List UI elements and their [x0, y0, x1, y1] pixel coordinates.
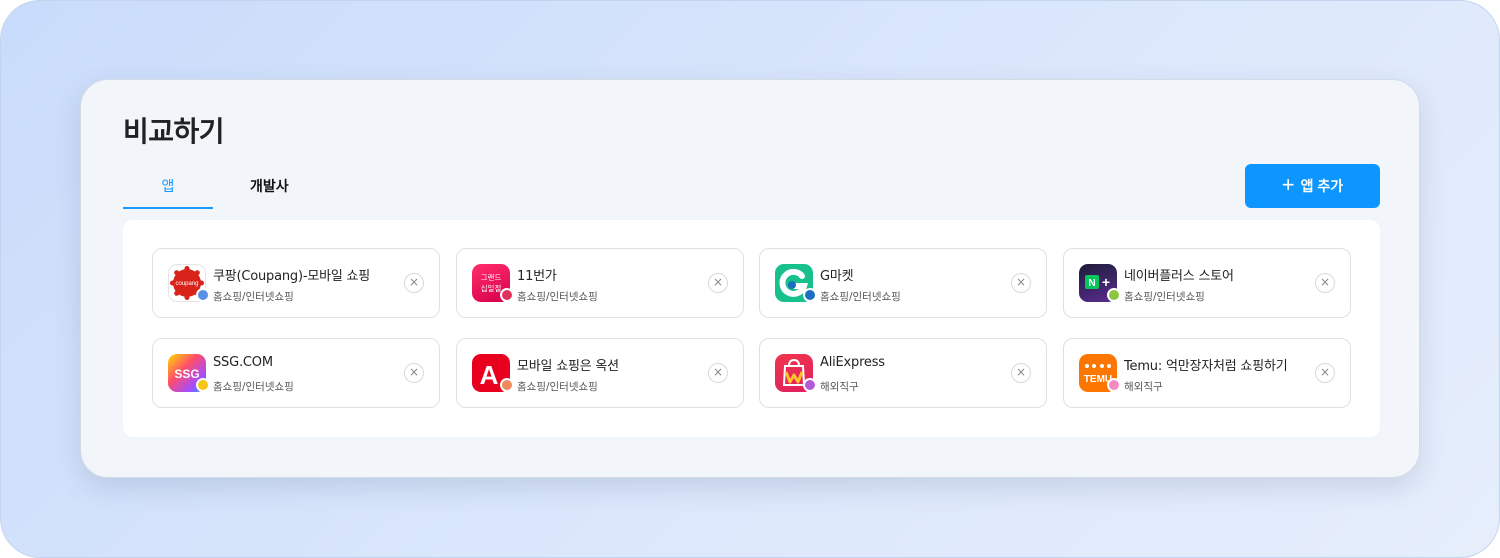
page-title: 비교하기: [123, 115, 225, 148]
app-name: 네이버플러스 스토어: [1124, 269, 1234, 284]
app-name: 쿠팡(Coupang)-모바일 쇼핑: [213, 269, 371, 284]
svg-text:A: A: [480, 360, 499, 390]
svg-text:SSG: SSG: [174, 367, 199, 381]
category-dot-icon: [803, 288, 817, 302]
add-app-button-label: 앱 추가: [1300, 178, 1344, 194]
app-name: AliExpress: [820, 355, 885, 370]
app-card-temu[interactable]: TEMU Temu: 억만장자처럼 쇼핑하기 해외직구 ×: [1063, 338, 1351, 408]
category-dot-icon: [1107, 378, 1121, 392]
tab-developer[interactable]: 개발사: [225, 166, 315, 209]
app-category: 홈쇼핑/인터넷쇼핑: [820, 291, 901, 303]
app-category: 홈쇼핑/인터넷쇼핑: [517, 291, 598, 303]
app-card-naver-plus-store[interactable]: N + 네이버플러스 스토어 홈쇼핑/인터넷쇼핑 ×: [1063, 248, 1351, 318]
app-name: SSG.COM: [213, 355, 273, 370]
app-card-11st[interactable]: 그랜드 십일절 11번가 홈쇼핑/인터넷쇼핑 ×: [456, 248, 744, 318]
app-category: 홈쇼핑/인터넷쇼핑: [213, 291, 294, 303]
app-name: Temu: 억만장자처럼 쇼핑하기: [1124, 359, 1288, 374]
add-app-button[interactable]: + 앱 추가: [1245, 164, 1380, 208]
app-category: 홈쇼핑/인터넷쇼핑: [1124, 291, 1205, 303]
svg-text:N: N: [1088, 278, 1095, 289]
remove-app-button[interactable]: ×: [1011, 363, 1031, 383]
category-dot-icon: [196, 288, 210, 302]
app-name: 11번가: [517, 269, 557, 284]
app-card-coupang[interactable]: coupang 쿠팡(Coupang)-모바일 쇼핑 홈쇼핑/인터넷쇼핑 ×: [152, 248, 440, 318]
remove-app-button[interactable]: ×: [708, 273, 728, 293]
svg-text:coupang: coupang: [175, 281, 198, 287]
app-card-grid: coupang 쿠팡(Coupang)-모바일 쇼핑 홈쇼핑/인터넷쇼핑 × 그…: [123, 220, 1380, 437]
category-dot-icon: [803, 378, 817, 392]
app-card-aliexpress[interactable]: AliExpress 해외직구 ×: [759, 338, 1047, 408]
svg-text:그랜드: 그랜드: [481, 272, 502, 282]
remove-app-button[interactable]: ×: [1315, 363, 1335, 383]
app-card-auction[interactable]: A 모바일 쇼핑은 옥션 홈쇼핑/인터넷쇼핑 ×: [456, 338, 744, 408]
app-category: 홈쇼핑/인터넷쇼핑: [213, 381, 294, 393]
remove-app-button[interactable]: ×: [708, 363, 728, 383]
compare-panel: 비교하기 앱 개발사 + 앱 추가 coupang 쿠팡(Coupang)-모바…: [80, 79, 1420, 478]
app-card-gmarket[interactable]: G마켓 홈쇼핑/인터넷쇼핑 ×: [759, 248, 1047, 318]
svg-text:십일절: 십일절: [481, 284, 502, 293]
plus-icon: +: [1281, 172, 1295, 197]
app-name: 모바일 쇼핑은 옥션: [517, 359, 619, 374]
remove-app-button[interactable]: ×: [1315, 273, 1335, 293]
remove-app-button[interactable]: ×: [404, 363, 424, 383]
category-dot-icon: [1107, 288, 1121, 302]
tab-app[interactable]: 앱: [123, 166, 213, 209]
app-category: 해외직구: [1124, 381, 1163, 393]
svg-text:+: +: [1102, 274, 1110, 290]
app-category: 홈쇼핑/인터넷쇼핑: [517, 381, 598, 393]
category-dot-icon: [500, 288, 514, 302]
category-dot-icon: [500, 378, 514, 392]
app-name: G마켓: [820, 269, 854, 284]
remove-app-button[interactable]: ×: [404, 273, 424, 293]
tab-bar: 앱 개발사: [123, 166, 313, 209]
category-dot-icon: [196, 378, 210, 392]
remove-app-button[interactable]: ×: [1011, 273, 1031, 293]
app-category: 해외직구: [820, 381, 859, 393]
app-card-ssg[interactable]: SSG SSG.COM 홈쇼핑/인터넷쇼핑 ×: [152, 338, 440, 408]
